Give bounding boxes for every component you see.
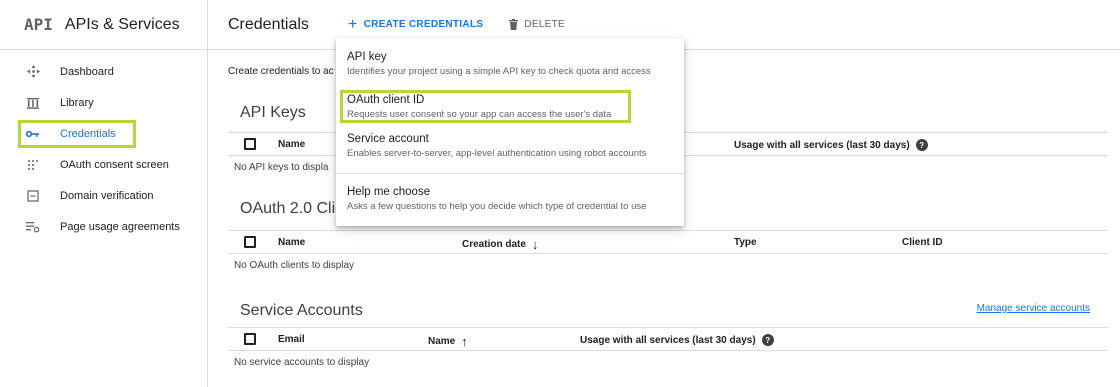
oauth-clients-title: OAuth 2.0 Clie — [240, 200, 345, 217]
intro-text: Create credentials to ac — [228, 66, 334, 77]
oauth-table-header: Name Creation date ↓ Type Client ID — [228, 230, 1108, 254]
api-keys-title: API Keys — [240, 104, 306, 121]
menu-item-description: Identifies your project using a simple A… — [347, 66, 651, 77]
column-header-client-id[interactable]: Client ID — [902, 237, 943, 248]
select-all-checkbox[interactable] — [244, 236, 256, 248]
column-header-usage: Usage with all services (last 30 days) ? — [734, 139, 928, 151]
menu-item-description: Enables server-to-server, app-level auth… — [347, 148, 647, 159]
sidebar-item-page-usage-agreements[interactable]: Page usage agreements — [0, 211, 207, 242]
sidebar-item-domain-verification[interactable]: Domain verification — [0, 180, 207, 211]
plus-icon: + — [348, 15, 358, 33]
sort-down-arrow-icon: ↓ — [531, 237, 539, 252]
column-header-usage-label: Usage with all services (last 30 days) — [734, 139, 910, 151]
sidebar-item-oauth-consent[interactable]: OAuth consent screen — [0, 149, 207, 180]
sidebar-item-label: OAuth consent screen — [60, 158, 169, 171]
consent-icon — [26, 158, 40, 172]
sidebar-nav: Dashboard Library Credentials OAuth cons… — [0, 50, 207, 242]
menu-item-description: Asks a few questions to help you decide … — [347, 201, 647, 212]
service-accounts-title: Service Accounts — [240, 302, 363, 319]
menu-item-oauth-client-id[interactable]: OAuth client ID Requests user consent so… — [336, 94, 684, 120]
menu-item-title: Service account — [347, 133, 429, 145]
menu-item-title: Help me choose — [347, 186, 431, 198]
service-accounts-empty-message: No service accounts to display — [234, 357, 370, 368]
domain-verification-icon — [26, 189, 40, 203]
dashboard-icon — [26, 65, 40, 79]
help-icon[interactable]: ? — [915, 139, 928, 151]
key-icon — [26, 127, 40, 141]
menu-item-title: OAuth client ID — [347, 94, 425, 106]
oauth-empty-message: No OAuth clients to display — [234, 260, 355, 271]
sidebar-item-label: Credentials — [60, 127, 116, 140]
column-header-creation-date-label: Creation date — [462, 239, 526, 250]
sidebar-item-library[interactable]: Library — [0, 87, 207, 118]
sidebar-item-dashboard[interactable]: Dashboard — [0, 56, 207, 87]
service-accounts-table-header: Email Name ↑ Usage with all services (la… — [228, 327, 1108, 351]
sidebar-item-label: Dashboard — [60, 65, 114, 78]
create-credentials-button[interactable]: + CREATE CREDENTIALS — [348, 15, 484, 33]
column-header-usage: Usage with all services (last 30 days) ? — [580, 334, 774, 346]
menu-item-title: API key — [347, 51, 387, 63]
sidebar-item-label: Domain verification — [60, 189, 154, 202]
column-header-name[interactable]: Name ↑ — [428, 334, 468, 349]
column-header-name[interactable]: Name — [278, 139, 305, 150]
menu-divider — [336, 173, 684, 174]
column-header-creation-date[interactable]: Creation date ↓ — [462, 237, 538, 252]
manage-service-accounts-link[interactable]: Manage service accounts — [977, 303, 1090, 314]
column-header-name-label: Name — [428, 336, 456, 347]
sidebar-item-credentials[interactable]: Credentials — [0, 118, 207, 149]
create-credentials-menu: API key Identifies your project using a … — [336, 38, 684, 226]
page-title: Credentials — [228, 15, 309, 33]
menu-item-service-account[interactable]: Service account Enables server-to-server… — [336, 133, 684, 159]
column-header-type[interactable]: Type — [734, 237, 757, 248]
sidebar-title[interactable]: APIs & Services — [65, 16, 180, 34]
column-header-name[interactable]: Name — [278, 237, 305, 248]
column-header-email[interactable]: Email — [278, 334, 305, 345]
library-icon — [26, 96, 40, 110]
api-logo: API — [24, 15, 53, 34]
help-icon[interactable]: ? — [761, 334, 774, 346]
trash-icon — [509, 19, 519, 30]
api-keys-empty-message: No API keys to displa — [234, 162, 329, 173]
menu-item-help-me-choose[interactable]: Help me choose Asks a few questions to h… — [336, 186, 684, 212]
sidebar: API APIs & Services Dashboard Library Cr… — [0, 0, 208, 387]
create-credentials-label: CREATE CREDENTIALS — [363, 19, 484, 30]
delete-label: DELETE — [524, 19, 566, 30]
sidebar-header: API APIs & Services — [0, 0, 207, 50]
sidebar-item-label: Page usage agreements — [60, 220, 180, 233]
select-all-checkbox[interactable] — [244, 138, 256, 150]
sort-up-arrow-icon: ↑ — [461, 334, 468, 349]
menu-item-api-key[interactable]: API key Identifies your project using a … — [336, 51, 684, 77]
agreements-icon — [26, 220, 40, 234]
sidebar-item-label: Library — [60, 96, 94, 109]
select-all-checkbox[interactable] — [244, 333, 256, 345]
column-header-usage-label: Usage with all services (last 30 days) — [580, 334, 756, 346]
menu-item-description: Requests user consent so your app can ac… — [347, 109, 612, 120]
delete-button[interactable]: DELETE — [509, 19, 565, 30]
